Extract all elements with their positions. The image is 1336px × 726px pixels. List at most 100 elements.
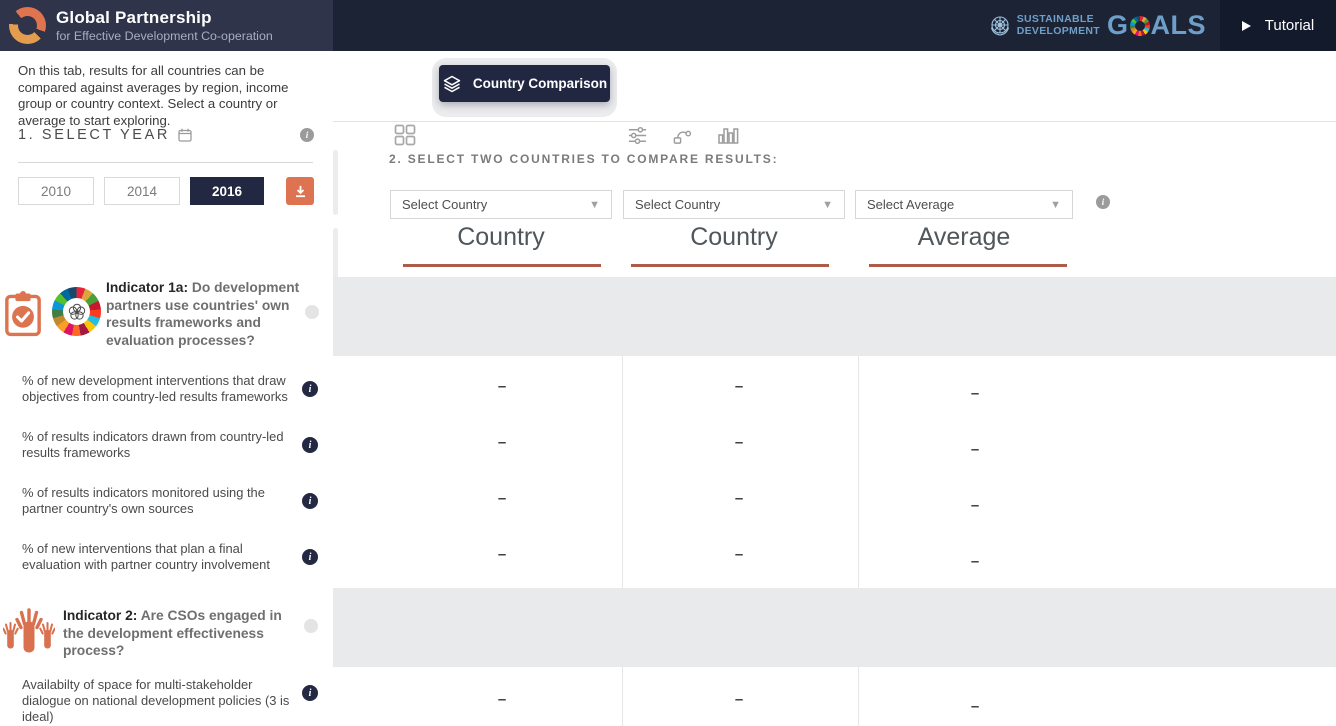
tab-filters[interactable] (625, 123, 649, 147)
intro-text: On this tab, results for all countries c… (18, 63, 314, 129)
select-placeholder: Select Country (402, 197, 487, 212)
divider (333, 121, 1336, 122)
chevron-down-icon: ▼ (1050, 199, 1061, 211)
table-row: – – – (333, 468, 1336, 524)
select-year-section: 1. SELECT YEAR i (18, 127, 314, 143)
info-icon[interactable]: i (302, 493, 318, 509)
year-button-2010[interactable]: 2010 (18, 177, 94, 205)
column-header-country-2: Country (623, 223, 845, 252)
tab-trends[interactable] (670, 123, 694, 147)
header-right: SUSTAINABLE DEVELOPMENT G ALS Tutorial (333, 0, 1336, 51)
compare-heading: 2. SELECT TWO COUNTRIES TO COMPARE RESUL… (389, 152, 778, 166)
sdg-goals-g: G (1107, 10, 1129, 41)
value-cell: – (498, 490, 506, 507)
table-row: – – – (333, 667, 1336, 726)
year-button-2014[interactable]: 2014 (104, 177, 180, 205)
sdg-color-wheel-icon (1130, 16, 1150, 36)
year-selector: 2010 2014 2016 (18, 177, 314, 205)
sdg-logo: SUSTAINABLE DEVELOPMENT G ALS (988, 9, 1206, 42)
calendar-icon (178, 128, 192, 142)
sub-indicator-label: % of results indicators drawn from count… (22, 429, 294, 461)
tutorial-label: Tutorial (1265, 17, 1314, 34)
indicator-2-header: Indicator 2: Are CSOs engaged in the dev… (0, 598, 333, 668)
info-icon[interactable]: i (302, 549, 318, 565)
flow-route-icon (672, 125, 693, 146)
brand-subtitle: for Effective Development Co-operation (56, 29, 273, 43)
info-icon[interactable]: i (302, 437, 318, 453)
app-window: Global Partnership for Effective Develop… (0, 0, 1336, 726)
value-cell: – (498, 546, 506, 563)
gpedc-logo-icon (9, 7, 46, 44)
sub-indicator-label: % of new development interventions that … (22, 373, 294, 405)
sub-indicator-label: % of results indicators monitored using … (22, 485, 294, 517)
tutorial-button[interactable]: Tutorial (1220, 0, 1336, 51)
play-icon (1242, 21, 1251, 31)
sub-indicator-label: % of new interventions that plan a final… (22, 541, 294, 573)
tab-bar-chart[interactable] (716, 123, 740, 147)
value-cell: – (498, 434, 506, 451)
average-select[interactable]: Select Average ▼ (855, 190, 1073, 219)
table-row: – – – (333, 356, 1336, 412)
table-row: – – – (333, 524, 1336, 588)
brand: Global Partnership for Effective Develop… (0, 0, 333, 51)
value-cell: – (735, 490, 743, 507)
column-underline (631, 264, 829, 267)
select-placeholder: Select Average (867, 197, 954, 212)
value-cell: – (498, 378, 506, 395)
value-cell: – (971, 698, 979, 715)
sidebar: On this tab, results for all countries c… (0, 51, 333, 726)
chevron-down-icon: ▼ (589, 199, 600, 211)
raised-hands-icon (3, 601, 55, 659)
grid-icon (394, 124, 416, 146)
sdg-text-line2: DEVELOPMENT (1017, 26, 1100, 37)
value-cell: – (735, 434, 743, 451)
column-underline (403, 264, 601, 267)
country-select-1[interactable]: Select Country ▼ (390, 190, 612, 219)
layers-icon (442, 74, 462, 94)
un-emblem-icon (988, 14, 1012, 38)
column-header-average: Average (855, 223, 1073, 252)
sliders-icon (627, 125, 648, 146)
info-icon[interactable]: i (302, 685, 318, 701)
value-cell: – (498, 691, 506, 708)
select-year-info-icon[interactable]: i (300, 128, 314, 142)
table-row: – – – (333, 412, 1336, 468)
chevron-down-icon: ▼ (822, 199, 833, 211)
country-select-2[interactable]: Select Country ▼ (623, 190, 845, 219)
bar-chart-icon (717, 124, 739, 146)
info-icon[interactable]: i (302, 381, 318, 397)
main-panel: Country Comparison 2. SELECT TWO COUNTRI… (333, 51, 1336, 726)
column-underline (869, 264, 1067, 267)
sdg-goals-als: ALS (1151, 10, 1207, 41)
tab-overview[interactable] (393, 123, 417, 147)
value-cell: – (735, 378, 743, 395)
indicator-2-title: Indicator 2: (63, 608, 137, 623)
indicator-1a-header: Indicator 1a: Do development partners us… (0, 277, 333, 365)
indicator-2-band (333, 588, 1336, 667)
indicator-2-toggle-dot[interactable] (304, 619, 318, 633)
tab-country-comparison[interactable]: Country Comparison (439, 65, 610, 102)
scrollbar-handle[interactable] (333, 150, 338, 215)
select-year-heading: 1. SELECT YEAR (18, 127, 170, 143)
clipboard-check-icon (4, 289, 42, 338)
sdg-text-line1: SUSTAINABLE (1017, 14, 1100, 25)
header: Global Partnership for Effective Develop… (0, 0, 1336, 51)
value-cell: – (971, 385, 979, 402)
indicator-1a-band (333, 277, 1336, 356)
selects-info-icon[interactable]: i (1096, 195, 1110, 209)
sdg-goals-wordmark: G ALS (1107, 10, 1206, 41)
indicator-1a-title: Indicator 1a: (106, 280, 188, 295)
year-button-2016-selected[interactable]: 2016 (190, 177, 264, 205)
active-tab-label: Country Comparison (473, 76, 607, 91)
value-cell: – (971, 497, 979, 514)
download-button[interactable] (286, 177, 314, 205)
value-cell: – (735, 691, 743, 708)
brand-title: Global Partnership (56, 8, 273, 28)
divider (18, 162, 313, 163)
value-cell: – (971, 553, 979, 570)
select-placeholder: Select Country (635, 197, 720, 212)
sub-indicator-label: Availabilty of space for multi-stakehold… (22, 677, 294, 725)
sdg-wheel-icon (52, 287, 101, 336)
download-icon (293, 184, 308, 199)
indicator-1a-toggle-dot[interactable] (305, 305, 319, 319)
